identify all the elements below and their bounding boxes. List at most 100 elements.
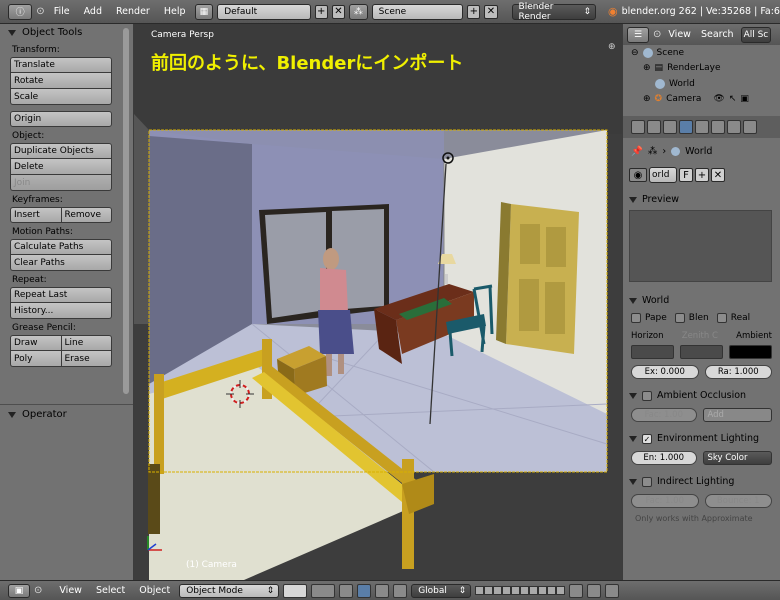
line-button[interactable]: Line [61, 335, 112, 351]
mode-select[interactable]: Object Mode ⇕ [179, 583, 280, 598]
outliner-item-scene[interactable]: ⊖ Scene [623, 45, 780, 61]
operator-header[interactable]: Operator [0, 406, 75, 423]
remove-scene-button[interactable]: ✕ [484, 4, 498, 19]
calculate-paths-button[interactable]: Calculate Paths [10, 239, 112, 255]
repeat-last-button[interactable]: Repeat Last [10, 287, 112, 303]
proportional-edit-button[interactable] [587, 583, 602, 598]
outliner-editor-button[interactable]: ☰ [627, 26, 649, 43]
renderable-camera-icon[interactable]: ▣ [740, 94, 749, 104]
snap-button[interactable] [605, 583, 620, 598]
expand-icon[interactable]: ⊖ [631, 48, 639, 58]
tab-data[interactable] [743, 120, 757, 134]
manipulator-toggle[interactable] [339, 583, 354, 598]
lock-camera-button[interactable] [569, 583, 584, 598]
remove-screen-button[interactable]: ✕ [331, 4, 345, 19]
scale-button[interactable]: Scale [10, 89, 112, 105]
pin-icon[interactable]: 📌 [631, 146, 643, 157]
indirect-panel-header[interactable]: Indirect Lighting [623, 473, 780, 490]
draw-button[interactable]: Draw [10, 335, 62, 351]
insert-keyframe-button[interactable]: Insert [10, 207, 62, 223]
tab-world[interactable] [679, 120, 693, 134]
unlink-world-button[interactable]: ✕ [711, 168, 725, 182]
outliner-item-world[interactable]: World [623, 76, 780, 92]
expand-icon[interactable]: ⊕ [643, 63, 651, 73]
ao-panel-header[interactable]: Ambient Occlusion [623, 387, 780, 404]
editor-type-button[interactable]: ▣ [8, 583, 30, 598]
collapse-menu-icon[interactable]: ⊙ [653, 29, 661, 40]
screen-layout-icon[interactable]: ▦ [194, 3, 214, 20]
rotate-manipulator[interactable] [375, 583, 390, 598]
real-sky-checkbox[interactable]: Real [716, 313, 750, 323]
env-energy-field[interactable]: En: 1.000 [631, 451, 697, 465]
menu-object[interactable]: Object [134, 585, 175, 596]
editor-type-button[interactable]: ⓘ [8, 3, 33, 20]
zenith-color-swatch[interactable] [680, 345, 723, 359]
indirect-checkbox[interactable] [642, 476, 652, 487]
ao-factor-field[interactable]: Fac: 1.00 [631, 408, 697, 422]
world-panel-header[interactable]: World [623, 292, 780, 309]
tab-constraints[interactable] [711, 120, 725, 134]
collapse-menu-icon[interactable]: ⊙ [34, 585, 42, 596]
remove-keyframe-button[interactable]: Remove [61, 207, 112, 223]
blend-sky-checkbox[interactable]: Blen [674, 313, 709, 323]
tab-layers[interactable] [647, 120, 661, 134]
outliner-display-select[interactable]: All Sc [740, 26, 771, 43]
range-field[interactable]: Ra: 1.000 [704, 365, 772, 379]
bounce-field[interactable]: Bounce: 1 [704, 494, 772, 508]
outliner-view-menu[interactable]: View [665, 29, 694, 40]
visibility-eye-icon[interactable]: 👁 [713, 94, 724, 104]
screen-layout-field[interactable]: Default [217, 3, 311, 20]
collapse-menu-icon[interactable]: ⊙ [36, 6, 44, 17]
add-screen-button[interactable]: + [314, 4, 328, 19]
viewport-shading-button[interactable] [283, 583, 308, 598]
poly-button[interactable]: Poly [10, 351, 62, 367]
add-world-button[interactable]: + [695, 168, 709, 182]
rotate-button[interactable]: Rotate [10, 73, 112, 89]
3d-viewport[interactable]: Camera Persp 前回のように、Blenderにインポート (1) Ca… [134, 24, 622, 580]
indirect-factor-field[interactable]: Fac: 1.00 [631, 494, 699, 508]
add-scene-button[interactable]: + [467, 4, 481, 19]
expand-icon[interactable]: ⊕ [643, 94, 651, 104]
menu-file[interactable]: File [49, 6, 75, 17]
ambient-color-swatch[interactable] [729, 345, 772, 359]
tab-render[interactable] [631, 120, 645, 134]
delete-button[interactable]: Delete [10, 159, 112, 175]
toolshelf-scrollbar[interactable] [123, 28, 129, 394]
outliner-search-menu[interactable]: Search [698, 29, 737, 40]
tab-modifiers[interactable] [727, 120, 741, 134]
viewport-properties-toggle-icon[interactable]: ⊕ [608, 42, 618, 52]
selectable-cursor-icon[interactable]: ↖ [729, 94, 737, 104]
layer-buttons[interactable] [475, 586, 566, 595]
origin-button[interactable]: Origin [10, 111, 112, 127]
menu-view[interactable]: View [54, 585, 87, 596]
scene-field[interactable]: Scene [371, 3, 464, 20]
scene-icon[interactable]: ⁂ [348, 3, 368, 20]
fake-user-button[interactable]: F [679, 168, 693, 182]
world-browse-button[interactable]: ◉ [629, 168, 647, 182]
clear-paths-button[interactable]: Clear Paths [10, 255, 112, 271]
outliner-item-camera[interactable]: ⊕ ✪ Camera 👁 ↖ ▣ [623, 92, 780, 108]
tab-object[interactable] [695, 120, 709, 134]
env-color-select[interactable]: Sky Color [702, 451, 772, 465]
env-checkbox[interactable]: ✓ [642, 433, 652, 444]
menu-help[interactable]: Help [159, 6, 191, 17]
preview-panel-header[interactable]: Preview [623, 191, 780, 208]
scale-manipulator[interactable] [393, 583, 408, 598]
render-engine-select[interactable]: Blender Render ⇕ [511, 2, 596, 22]
erase-button[interactable]: Erase [61, 351, 112, 367]
translate-manipulator[interactable] [357, 583, 372, 598]
duplicate-objects-button[interactable]: Duplicate Objects [10, 143, 112, 159]
world-datablock-field[interactable]: orld [649, 167, 677, 183]
menu-add[interactable]: Add [79, 6, 107, 17]
paper-sky-checkbox[interactable]: Pape [631, 313, 667, 323]
menu-select[interactable]: Select [91, 585, 130, 596]
pivot-point-button[interactable] [311, 583, 336, 598]
menu-render[interactable]: Render [111, 6, 155, 17]
horizon-color-swatch[interactable] [631, 345, 674, 359]
join-button[interactable]: Join [10, 175, 112, 191]
tab-scene[interactable] [663, 120, 677, 134]
translate-button[interactable]: Translate [10, 57, 112, 73]
ao-checkbox[interactable] [642, 390, 652, 401]
history-button[interactable]: History... [10, 303, 112, 319]
exposure-field[interactable]: Ex: 0.000 [631, 365, 699, 379]
